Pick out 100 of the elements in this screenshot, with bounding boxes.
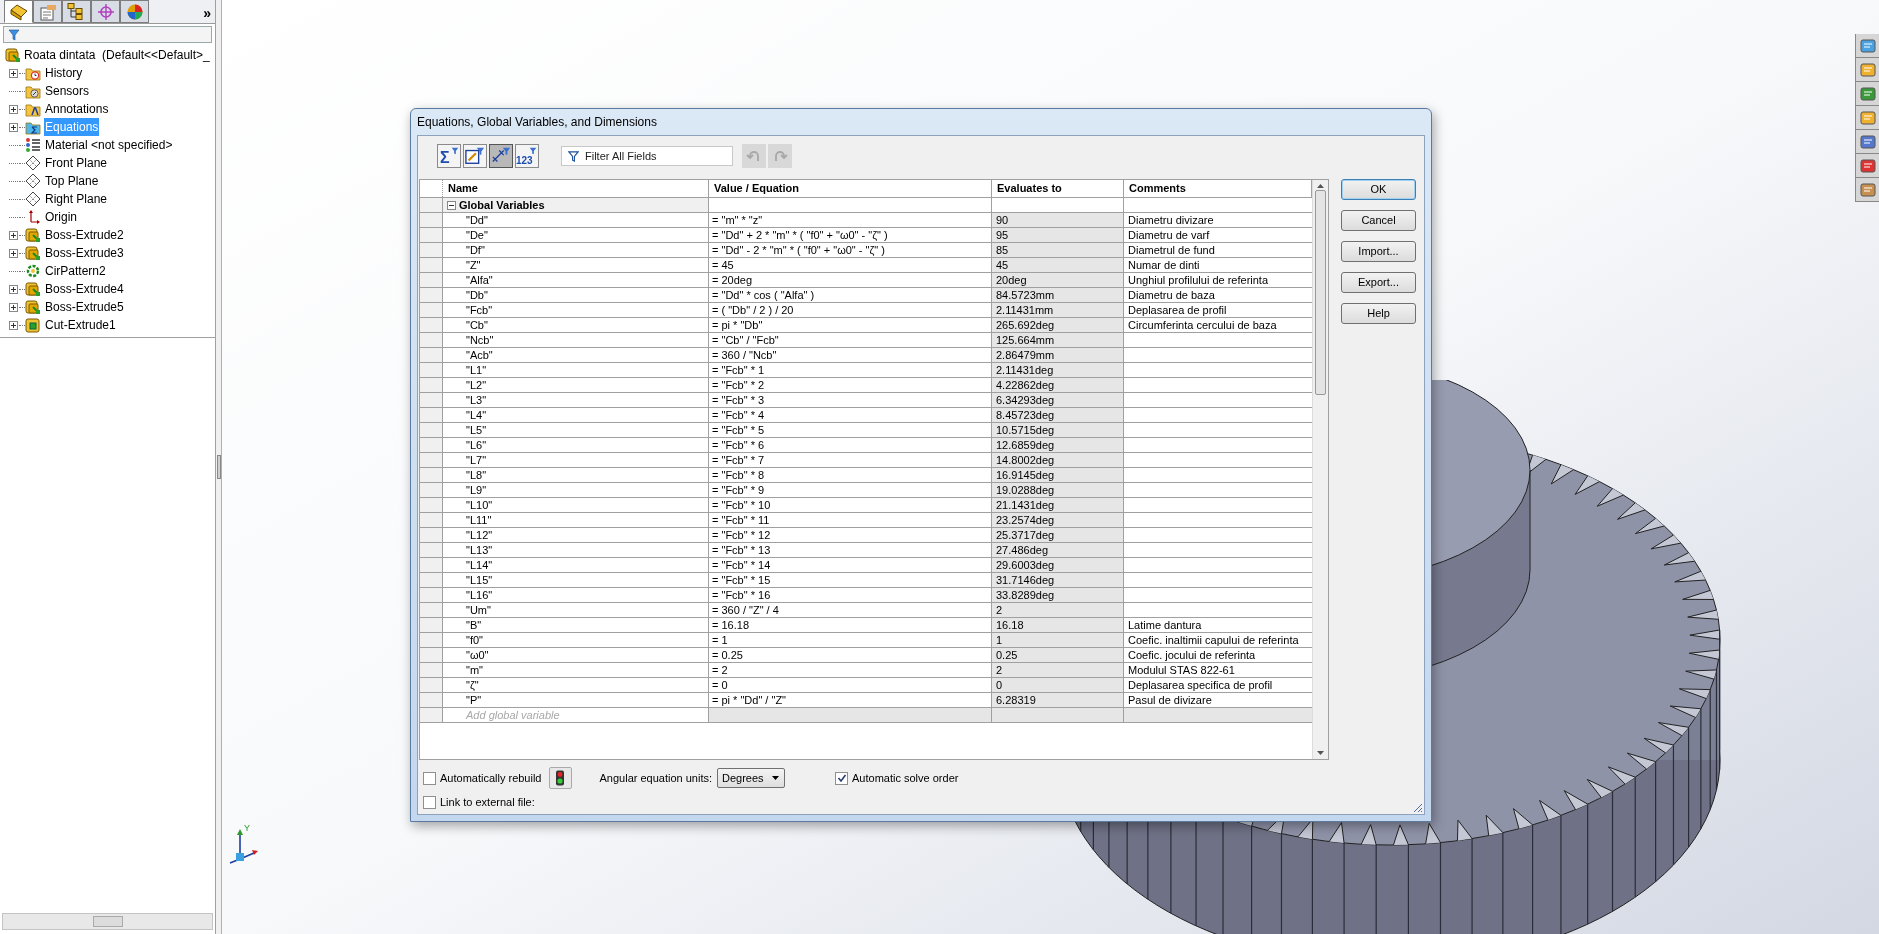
comment-cell[interactable]: Deplasarea de profil (1124, 303, 1312, 317)
row-header[interactable] (420, 348, 443, 362)
row-header[interactable] (420, 543, 443, 557)
row-header[interactable] (420, 693, 443, 707)
comment-cell[interactable]: Coefic. inaltimii capului de referinta (1124, 633, 1312, 647)
row-header[interactable] (420, 423, 443, 437)
name-cell[interactable]: "L15" (443, 573, 709, 587)
name-cell[interactable]: "Cb" (443, 318, 709, 332)
expand-toggle[interactable] (9, 230, 18, 240)
comment-cell[interactable]: Coefic. jocului de referinta (1124, 648, 1312, 662)
name-cell[interactable]: "L11" (443, 513, 709, 527)
horizontal-scrollbar[interactable] (2, 913, 213, 930)
tree-item[interactable]: Right Plane (44, 190, 109, 208)
panel-tab[interactable] (91, 0, 120, 23)
row-header[interactable] (420, 618, 443, 632)
panel-tab[interactable] (33, 0, 62, 23)
dialog-button[interactable]: Import... (1341, 241, 1416, 262)
row-header[interactable] (420, 633, 443, 647)
name-cell[interactable]: "Db" (443, 288, 709, 302)
row-header[interactable] (420, 468, 443, 482)
vertical-scrollbar[interactable] (1312, 180, 1328, 759)
dialog-button[interactable]: Export... (1341, 272, 1416, 293)
expand-toggle[interactable] (9, 302, 18, 312)
comment-cell[interactable]: Diametrul de fund (1124, 243, 1312, 257)
name-cell[interactable]: "L12" (443, 528, 709, 542)
row-header[interactable] (420, 603, 443, 617)
tree-item[interactable]: Boss-Extrude4 (44, 280, 125, 298)
comment-cell[interactable]: Pasul de divizare (1124, 693, 1312, 707)
tree-item[interactable]: Front Plane (44, 154, 109, 172)
rebuild-button[interactable] (548, 767, 572, 789)
view-filter-button[interactable]: Σ (437, 144, 461, 168)
row-header[interactable] (420, 483, 443, 497)
more-tabs-button[interactable]: » (203, 6, 211, 20)
dialog-button[interactable]: Help (1341, 303, 1416, 324)
name-cell[interactable]: "L4" (443, 408, 709, 422)
name-cell[interactable]: "De" (443, 228, 709, 242)
panel-tab[interactable] (4, 0, 33, 23)
name-cell[interactable]: "L14" (443, 558, 709, 572)
dialog-button[interactable]: Cancel (1341, 210, 1416, 231)
name-cell[interactable]: "Z" (443, 258, 709, 272)
row-header[interactable] (420, 333, 443, 347)
expand-toggle[interactable] (9, 284, 18, 294)
expand-toggle[interactable] (9, 320, 18, 330)
tree-item[interactable]: Cut-Extrude1 (44, 316, 117, 334)
name-cell[interactable]: "P" (443, 693, 709, 707)
tree-item[interactable]: Boss-Extrude2 (44, 226, 125, 244)
row-header[interactable] (420, 243, 443, 257)
splitter-handle[interactable] (216, 455, 221, 479)
rebuild-checkbox[interactable] (423, 771, 436, 785)
row-header[interactable] (420, 273, 443, 287)
expand-toggle[interactable] (9, 248, 18, 258)
row-header[interactable] (420, 528, 443, 542)
name-cell[interactable]: "L6" (443, 438, 709, 452)
row-header[interactable] (420, 513, 443, 527)
name-cell[interactable]: "ζ" (443, 678, 709, 692)
row-header[interactable] (420, 498, 443, 512)
name-cell[interactable]: "B" (443, 618, 709, 632)
row-header[interactable] (420, 588, 443, 602)
comment-cell[interactable]: Unghiul profilului de referinta (1124, 273, 1312, 287)
scrollbar-thumb[interactable] (1315, 190, 1326, 395)
name-cell[interactable]: "L10" (443, 498, 709, 512)
view-filter-button[interactable]: 123 (515, 144, 539, 168)
row-header[interactable] (420, 678, 443, 692)
row-header[interactable] (420, 408, 443, 422)
tree-item[interactable]: CirPattern2 (44, 262, 107, 280)
tree-item[interactable]: History (44, 64, 84, 82)
comment-cell[interactable]: Circumferinta cercului de baza (1124, 318, 1312, 332)
row-header[interactable] (420, 438, 443, 452)
tree-item[interactable]: Top Plane (44, 172, 100, 190)
column-header[interactable]: Value / Equation (709, 180, 992, 197)
name-cell[interactable]: "L16" (443, 588, 709, 602)
row-header[interactable] (420, 258, 443, 272)
name-cell[interactable]: "Um" (443, 603, 709, 617)
dialog-button[interactable]: OK (1341, 179, 1416, 200)
row-header[interactable] (420, 318, 443, 332)
comment-cell[interactable]: Numar de dinti (1124, 258, 1312, 272)
equation-cell[interactable] (709, 708, 992, 722)
expand-toggle[interactable] (9, 104, 18, 114)
tree-item[interactable]: Sensors (44, 82, 91, 100)
name-cell[interactable]: "L3" (443, 393, 709, 407)
row-header[interactable] (420, 558, 443, 572)
name-cell[interactable]: "L1" (443, 363, 709, 377)
tree-item[interactable]: Material <not specified> (44, 136, 174, 154)
row-header[interactable] (420, 228, 443, 242)
expand-toggle[interactable] (9, 68, 18, 78)
tree-item[interactable]: Boss-Extrude3 (44, 244, 125, 262)
comment-cell[interactable]: Modulul STAS 822-61 (1124, 663, 1312, 677)
name-cell[interactable]: "L2" (443, 378, 709, 392)
name-cell[interactable]: "Df" (443, 243, 709, 257)
row-header[interactable] (420, 648, 443, 662)
link-file-checkbox[interactable] (423, 795, 436, 809)
scroll-up-icon[interactable] (1317, 184, 1324, 188)
comment-cell[interactable]: Diametru divizare (1124, 213, 1312, 227)
row-header[interactable] (420, 453, 443, 467)
name-cell[interactable]: "L8" (443, 468, 709, 482)
tree-item[interactable]: Boss-Extrude5 (44, 298, 125, 316)
name-cell[interactable]: "L9" (443, 483, 709, 497)
name-cell[interactable]: "Fcb" (443, 303, 709, 317)
units-dropdown[interactable]: Degrees (717, 768, 786, 788)
tree-item[interactable]: Annotations (44, 100, 110, 118)
